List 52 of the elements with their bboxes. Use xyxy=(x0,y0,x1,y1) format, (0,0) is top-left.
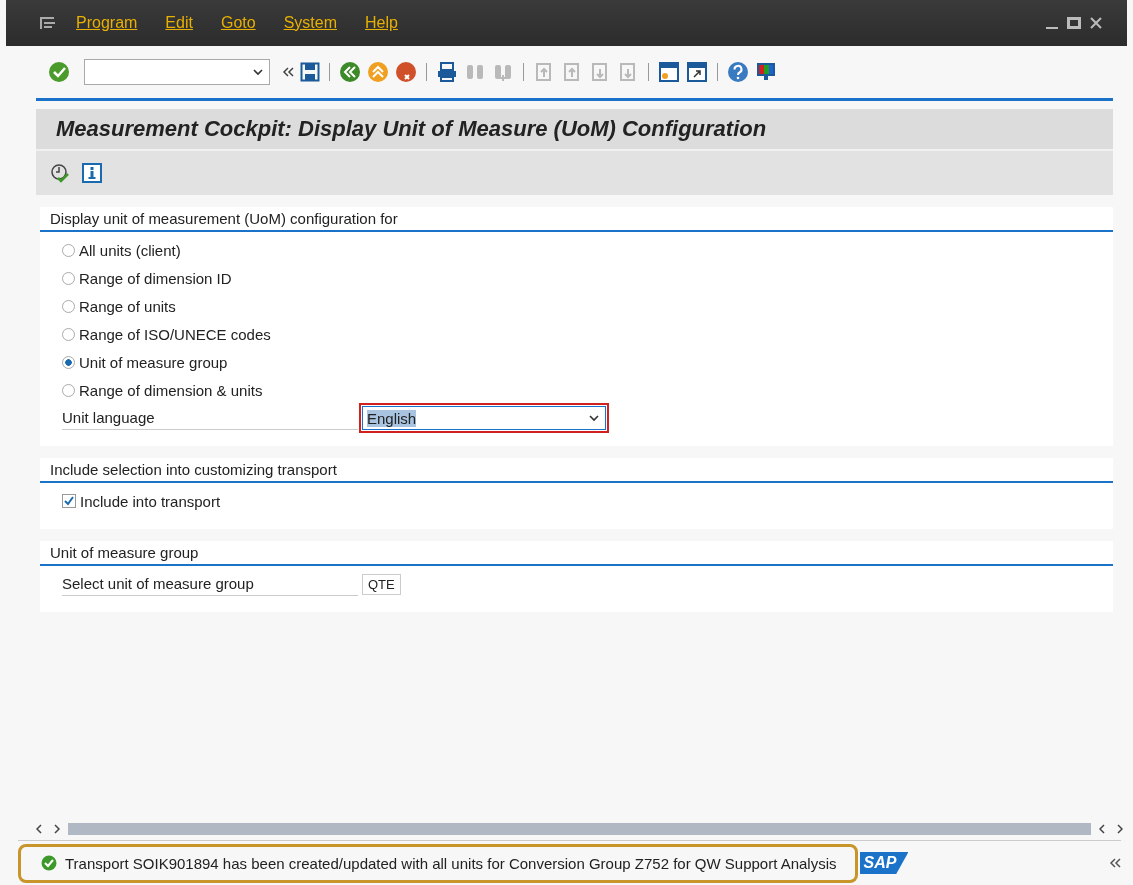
radio-button[interactable] xyxy=(62,271,75,285)
scroll-left-right-icon[interactable] xyxy=(36,824,60,834)
chevron-down-icon xyxy=(589,414,599,422)
cancel-icon[interactable] xyxy=(395,61,417,83)
radio-label: Range of ISO/UNECE codes xyxy=(79,325,271,343)
input-field[interactable]: QTE xyxy=(362,573,401,595)
dropdown-value: English xyxy=(367,409,417,427)
radio-button[interactable] xyxy=(62,327,75,341)
radio-button[interactable] xyxy=(62,243,75,257)
radio-label: All units (client) xyxy=(79,241,181,259)
radio-label: Range of units xyxy=(79,297,176,315)
radio-label: Unit of measure group xyxy=(79,353,228,371)
chevron-down-icon xyxy=(253,68,263,76)
radio-button[interactable] xyxy=(62,299,75,313)
radio-label: Range of dimension & units xyxy=(79,381,263,399)
save-icon[interactable] xyxy=(300,62,320,82)
language-dropdown[interactable]: English xyxy=(362,406,606,430)
horizontal-scrollbar[interactable] xyxy=(68,823,1091,835)
monitor-icon[interactable] xyxy=(755,61,777,83)
menu-item[interactable]: Edit xyxy=(165,14,193,32)
field-label: Select unit of measure group xyxy=(62,572,358,596)
checkbox-label: Include into transport xyxy=(80,492,221,510)
maximize-icon[interactable] xyxy=(1067,16,1081,30)
scroll-left-right-icon[interactable] xyxy=(1099,824,1123,834)
radio-button[interactable] xyxy=(62,355,75,369)
printer-icon[interactable] xyxy=(436,61,458,83)
menu-item[interactable]: Help xyxy=(364,14,398,32)
group-title: Display unit of measurement (UoM) configuration for xyxy=(40,207,1113,232)
clock-check-icon[interactable] xyxy=(50,163,70,183)
shortcut-window-icon[interactable] xyxy=(686,61,708,83)
info-icon[interactable] xyxy=(82,163,102,183)
checkbox[interactable] xyxy=(62,494,76,508)
group-title: Include selection into customizing transport xyxy=(40,458,1113,483)
help-icon[interactable] xyxy=(727,61,749,83)
status-message: Transport SOIK901894 has been created/updated with all units for Conversion Group Z752 for QW Support Analysis xyxy=(65,854,837,872)
close-icon[interactable] xyxy=(1089,16,1103,30)
enter-check-icon[interactable] xyxy=(48,61,70,83)
menu-item[interactable]: Goto xyxy=(220,14,256,32)
command-field[interactable] xyxy=(84,59,270,85)
success-check-icon xyxy=(41,855,57,871)
menu-item[interactable]: Program xyxy=(76,14,138,32)
field-label: Unit language xyxy=(62,406,358,430)
menu-item[interactable]: System xyxy=(283,14,337,32)
radio-label: Range of dimension ID xyxy=(79,269,232,287)
screen-title: Measurement Cockpit: Display Unit of Measure (UoM) Configuration xyxy=(56,116,767,142)
new-window-icon[interactable] xyxy=(658,61,680,83)
double-chevron-left-icon[interactable] xyxy=(1109,858,1121,868)
double-chevron-left-icon[interactable] xyxy=(282,67,294,77)
menu-icon[interactable] xyxy=(40,17,56,29)
logo: SAP xyxy=(859,852,909,874)
group-title: Unit of measure group xyxy=(40,541,1113,566)
radio-button[interactable] xyxy=(62,383,75,397)
